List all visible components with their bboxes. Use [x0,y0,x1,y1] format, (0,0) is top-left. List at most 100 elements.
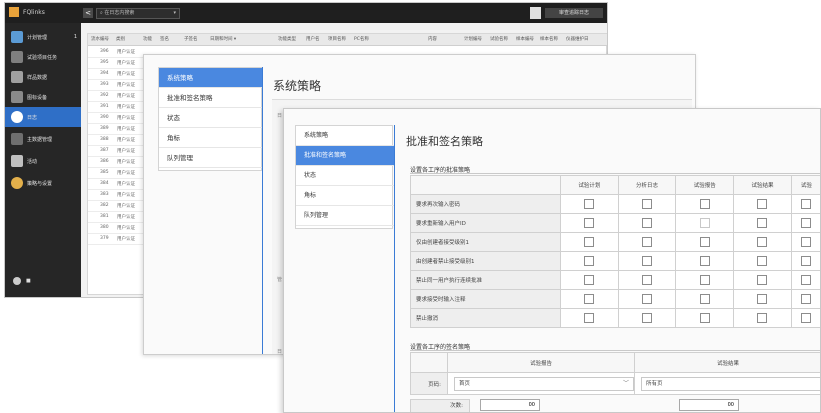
corner-cell [410,175,561,195]
policy-cell [733,232,792,252]
policy-checkbox[interactable] [699,199,710,209]
policy-checkbox[interactable] [642,199,653,209]
col-header[interactable]: 计划编号 [464,36,482,42]
policy-checkbox[interactable] [757,199,768,209]
policy-checkbox[interactable] [642,313,653,323]
col-header[interactable]: 项目名称 [328,36,346,42]
row-type: 用户认证 [117,182,135,187]
col-header[interactable]: 签名 [160,36,169,42]
nav-status[interactable]: 状态 [159,108,263,128]
col-header[interactable]: 内容 [428,36,437,42]
page-select-cell: 首页 ﹀ [447,372,635,395]
search-input[interactable]: ⌕ 在日志内搜索 ▾ [96,8,180,19]
policy-checkbox[interactable] [642,237,653,247]
policy-checkbox[interactable] [642,256,653,266]
policy-cell [560,232,619,252]
policy-checkbox[interactable] [584,313,595,323]
col-header[interactable]: 流水编号 [91,36,109,42]
user-info[interactable]: ■ [13,275,73,287]
policy-checkbox[interactable] [584,237,595,247]
col-header[interactable]: 功能类型 [278,36,296,42]
policy-checkbox[interactable] [757,218,768,228]
policy-checkbox[interactable] [642,275,653,285]
sidebar-item-samples[interactable]: 样品数据 [5,67,81,87]
col-header[interactable]: 试验名称 [490,36,508,42]
policy-checkbox[interactable] [584,256,595,266]
nav-queue[interactable]: 队列管理 [159,148,263,168]
sidebar-item-plan[interactable]: 计划管理 1 [5,27,81,47]
policy-checkbox[interactable] [757,313,768,323]
policy-cell [675,232,735,252]
col-header[interactable]: PC名称 [354,36,369,42]
nav-status[interactable]: 状态 [296,166,394,186]
search-dropdown-icon[interactable]: ▾ [173,9,176,18]
nav-system-policy[interactable]: 系统策略 [159,68,263,88]
policy-checkbox[interactable] [584,275,595,285]
col-header[interactable]: 类别 [116,36,125,42]
col-header: 试验报告 [447,352,635,373]
policy-checkbox[interactable] [757,256,768,266]
nav-approval-policy[interactable]: 批准和签名策略 [296,146,394,166]
clock-icon [11,111,23,123]
nav-badge[interactable]: 角标 [296,186,394,206]
col-header[interactable]: 功能 [143,36,152,42]
count-input-report[interactable]: 00 [480,399,540,411]
policy-checkbox[interactable] [642,218,653,228]
col-header[interactable]: 用户名 [306,36,320,42]
col-header: 试验结果 [634,352,820,373]
policy-checkbox[interactable] [801,275,812,285]
policy-checkbox[interactable] [584,199,595,209]
count-label: 次数: [410,399,470,412]
nav-badge[interactable]: 角标 [159,128,263,148]
col-header[interactable]: 样本编号 [516,36,534,42]
flag-icon[interactable] [530,7,541,19]
policy-cell [675,213,735,233]
policy-checkbox[interactable] [699,237,710,247]
policy-checkbox[interactable] [757,237,768,247]
count-input-result[interactable]: 00 [679,399,739,411]
col-header[interactable]: 日期和时间 ▾ [210,36,236,42]
sidebar-item-settings[interactable]: 策略与设置 [5,173,81,193]
col-header[interactable]: 样本名称 [540,36,558,42]
audit-log-button[interactable]: 审查追踪日志 [545,8,603,18]
policy-checkbox[interactable] [699,256,710,266]
sidebar-item-devices[interactable]: 图标设备 [5,87,81,107]
policy-checkbox[interactable] [801,294,812,304]
policy-checkbox[interactable] [801,218,812,228]
row-type: 用户认证 [117,127,135,132]
back-icon[interactable]: < [83,8,93,18]
row-id: 384 [100,181,109,186]
policy-checkbox[interactable] [801,313,812,323]
sidebar-item-master[interactable]: 主数据管理 [5,129,81,149]
nav-approval-policy[interactable]: 批准和签名策略 [159,88,263,108]
nav-queue[interactable]: 队列管理 [296,206,394,226]
sidebar-item-log[interactable]: 日志 [5,107,81,127]
policy-checkbox[interactable] [801,256,812,266]
row-id: 379 [100,236,109,241]
row-type: 用户认证 [117,50,135,55]
policy-checkbox[interactable] [801,199,812,209]
col-header[interactable]: 仪器维护日 [566,36,589,42]
nav-system-policy[interactable]: 系统策略 [296,126,394,146]
policy-checkbox[interactable] [699,218,710,228]
page-select-report[interactable]: 首页 ﹀ [454,376,634,391]
policy-checkbox[interactable] [801,237,812,247]
section-divider [410,173,820,174]
policy-checkbox[interactable] [699,294,710,304]
policy-checkbox[interactable] [584,294,595,304]
policy-checkbox[interactable] [757,275,768,285]
sidebar-item-activity[interactable]: 活动 [5,151,81,171]
page-select-result[interactable]: 所有页 [641,376,820,391]
brand-text: FQlinks [23,8,45,16]
policy-checkbox[interactable] [757,294,768,304]
brand: FQlinks [9,7,45,17]
policy-checkbox[interactable] [699,313,710,323]
policy-checkbox[interactable] [584,218,595,228]
col-header: 试验计划 [560,175,619,195]
row-type: 用户认证 [117,61,135,66]
policy-checkbox[interactable] [642,294,653,304]
col-header[interactable]: 子签名 [184,36,198,42]
policy-checkbox[interactable] [699,275,710,285]
policy-cell [733,251,792,271]
sidebar-item-tasks[interactable]: 试验项目任务 [5,47,81,67]
